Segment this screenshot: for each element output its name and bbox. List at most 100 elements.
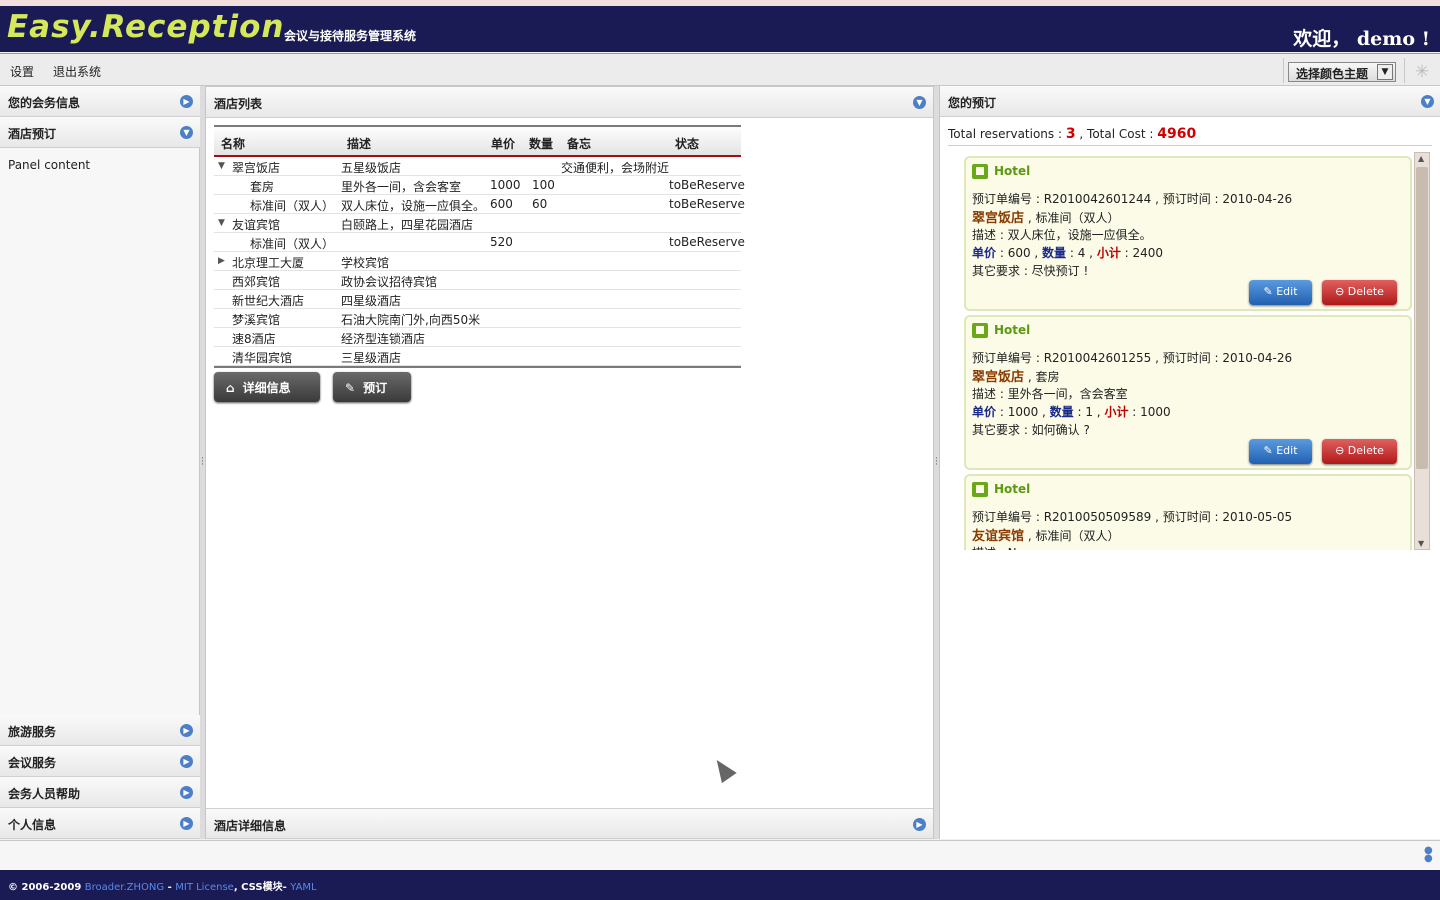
- column-header-desc[interactable]: 描述: [347, 135, 371, 152]
- order-label: 预订单编号 :: [972, 351, 1044, 365]
- expand-icon[interactable]: ▶: [180, 95, 193, 108]
- table-row[interactable]: 速8酒店 经济型连锁酒店: [214, 328, 741, 347]
- theme-select[interactable]: 选择颜色主题 ▼: [1288, 62, 1396, 82]
- table-row[interactable]: 标准间（双人） 520 toBeReserve: [214, 233, 745, 252]
- menu-bar: 设置 退出系统 选择颜色主题 ▼ ✳: [0, 53, 1440, 86]
- cell-price: 600: [490, 197, 513, 211]
- panel-header-hotel-detail[interactable]: 酒店详细信息 ▶: [206, 808, 933, 839]
- panel-header-meeting-service[interactable]: 会议服务 ▶: [0, 746, 200, 777]
- room-type: , 套房: [1024, 370, 1060, 384]
- detail-button[interactable]: ⌂ 详细信息: [214, 372, 320, 402]
- app-logo: Easy.Reception: [7, 9, 285, 45]
- cell-desc: 政协会议招待宾馆: [341, 275, 438, 289]
- license-link[interactable]: MIT License: [175, 882, 234, 893]
- pencil-icon: ✎: [345, 381, 356, 395]
- hotel-icon: [972, 164, 988, 179]
- expand-icon[interactable]: ▶: [180, 724, 193, 737]
- qty-label: 数量: [1042, 246, 1067, 260]
- subtotal-value: : 2400: [1120, 246, 1164, 260]
- expand-icon[interactable]: ▶: [180, 817, 193, 830]
- grid-footer-rule: [214, 366, 741, 368]
- edit-button[interactable]: ✎ Edit: [1249, 280, 1312, 305]
- price-label: 单价: [972, 405, 997, 419]
- order-number: R2010042601244: [1043, 192, 1152, 206]
- order-line: 预订单编号 : R2010042601255 , 预订时间 : 2010-04-…: [972, 349, 1292, 366]
- column-header-price[interactable]: 单价: [491, 135, 515, 152]
- edit-button-label: Edit: [1276, 444, 1298, 457]
- delete-button[interactable]: ⊖ Delete: [1322, 280, 1397, 305]
- edit-button[interactable]: ✎ Edit: [1249, 439, 1312, 464]
- cell-price: 520: [490, 235, 513, 249]
- table-row[interactable]: 梦溪宾馆 石油大院南门外,向西50米: [214, 309, 741, 328]
- collapse-icon[interactable]: ▼: [913, 96, 926, 109]
- welcome-text: 欢迎， demo !: [1293, 28, 1430, 50]
- table-row[interactable]: 套房 里外各一间，含会客室 1000 100 toBeReserve: [214, 176, 745, 195]
- theme-select-label: 选择颜色主题: [1296, 67, 1369, 81]
- tree-toggle-icon[interactable]: ▶: [218, 256, 225, 266]
- column-header-qty[interactable]: 数量: [529, 135, 553, 152]
- cell-desc: 石油大院南门外,向西50米: [341, 313, 481, 327]
- panel-header-meeting-info[interactable]: 您的会务信息 ▶: [0, 86, 200, 117]
- reservation-scrollbar[interactable]: ▲ ▼: [1414, 152, 1430, 550]
- copyright-text: © 2006-2009: [8, 882, 85, 893]
- panel-title: 酒店预订: [8, 127, 57, 141]
- hotel-line: 友谊宾馆 , 标准间（双人）: [972, 525, 1119, 544]
- column-header-name[interactable]: 名称: [221, 135, 245, 152]
- cell-name: 友谊宾馆: [232, 218, 281, 232]
- collapse-icon[interactable]: ▼: [1421, 95, 1434, 108]
- scroll-up-icon[interactable]: ▲: [1418, 154, 1424, 163]
- panel-title: 酒店列表: [214, 97, 263, 111]
- collapse-icon[interactable]: ▼: [180, 126, 193, 139]
- menu-logout[interactable]: 退出系统: [53, 63, 101, 80]
- table-row[interactable]: 西郊宾馆 政协会议招待宾馆: [214, 271, 741, 290]
- total-label: Total reservations :: [948, 127, 1063, 141]
- tree-toggle-icon[interactable]: ▼: [218, 161, 225, 171]
- cell-status: toBeReserve: [669, 197, 745, 211]
- delete-button[interactable]: ⊖ Delete: [1322, 439, 1397, 464]
- reservation-card: Hotel 预订单编号 : R2010042601244 , 预订时间 : 201…: [964, 156, 1412, 311]
- panel-header-my-reservations[interactable]: 您的预订 ▼: [940, 86, 1440, 117]
- expand-icon[interactable]: ▶: [180, 786, 193, 799]
- expand-icon[interactable]: ▶: [180, 755, 193, 768]
- other-requirements: 其它要求 : 如何确认 ?: [972, 423, 1090, 437]
- loading-spinner-icon: ✳: [1414, 62, 1430, 82]
- scroll-down-icon[interactable]: ▼: [1418, 539, 1424, 548]
- cell-desc: 经济型连锁酒店: [341, 332, 426, 346]
- cell-name: 速8酒店: [232, 332, 276, 346]
- footer-css-text: , CSS模块-: [233, 882, 291, 893]
- scroll-thumb[interactable]: [1416, 167, 1428, 469]
- card-type: Hotel: [994, 323, 1031, 337]
- panel-header-staff-help[interactable]: 会务人员帮助 ▶: [0, 777, 200, 808]
- panel-header-hotel-reservation[interactable]: 酒店预订 ▼: [0, 117, 200, 148]
- expand-icon[interactable]: ▶: [913, 818, 926, 831]
- table-row[interactable]: 清华园宾馆 三星级酒店: [214, 347, 741, 366]
- tree-toggle-icon[interactable]: ▼: [218, 218, 225, 228]
- order-time: 2010-04-26: [1222, 192, 1293, 206]
- cell-desc: 五星级饭店: [341, 161, 402, 175]
- reserve-button[interactable]: ✎ 预订: [333, 372, 411, 402]
- table-row[interactable]: 标准间（双人） 双人床位，设施一应俱全。 600 60 toBeReserve: [214, 195, 745, 214]
- cell-desc: 双人床位，设施一应俱全。: [341, 199, 486, 213]
- author-link[interactable]: Broader.ZHONG: [85, 882, 164, 893]
- table-row[interactable]: ▶ 北京理工大厦 学校宾馆: [214, 252, 741, 271]
- panel-header-hotel-list[interactable]: 酒店列表 ▼: [206, 87, 933, 118]
- time-label: , 预订时间 :: [1151, 351, 1223, 365]
- table-row[interactable]: ▼ 友谊宾馆 白颐路上，四星花园酒店: [214, 214, 741, 233]
- table-row[interactable]: 新世纪大酒店 四星级酒店: [214, 290, 741, 309]
- table-row[interactable]: ▼ 翠宫饭店 五星级饭店 交通便利，会场附近: [214, 157, 741, 176]
- column-header-memo[interactable]: 备忘: [567, 135, 591, 152]
- yaml-link[interactable]: YAML: [290, 882, 316, 893]
- menu-settings[interactable]: 设置: [10, 63, 34, 80]
- more-icon[interactable]: ● ●: [1424, 846, 1433, 864]
- center-panel: 酒店列表 ▼ 名称 描述 单价 数量 备忘 状态 ▼ 翠宫饭店 五星级饭店 交通便利，…: [205, 86, 934, 839]
- subtotal-label: 小计: [1096, 246, 1121, 260]
- other-requirements: 其它要求 : 尽快预订 !: [972, 264, 1089, 278]
- reserve-button-label: 预订: [363, 381, 388, 395]
- panel-header-personal-info[interactable]: 个人信息 ▶: [0, 808, 200, 839]
- panel-header-travel[interactable]: 旅游服务 ▶: [0, 715, 200, 746]
- price-line: 单价 : 600 , 数量 : 4 , 小计 : 2400: [972, 244, 1163, 261]
- divider: [948, 145, 1432, 146]
- column-header-status[interactable]: 状态: [675, 135, 699, 152]
- order-number: R2010050509589: [1043, 510, 1152, 524]
- card-type: Hotel: [994, 482, 1031, 496]
